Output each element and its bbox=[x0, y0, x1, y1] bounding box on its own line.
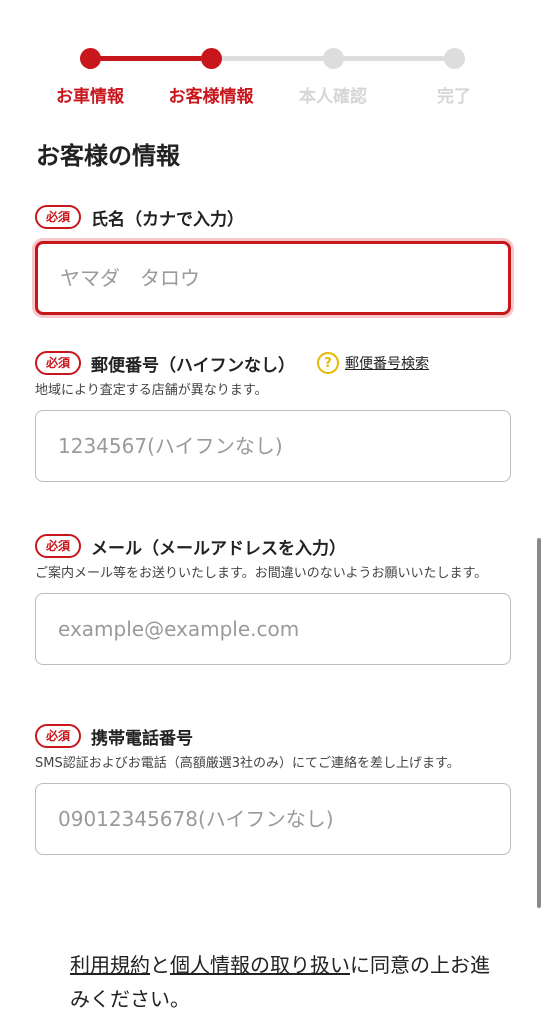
phone-field-group: 必須 携帯電話番号 SMS認証およびお電話（高額厳選3社のみ）にてご連絡を差し上… bbox=[35, 722, 511, 855]
email-label: メール（メールアドレスを入力） bbox=[91, 538, 347, 559]
required-badge: 必須 bbox=[35, 351, 82, 375]
phone-label: 携帯電話番号 bbox=[91, 728, 194, 749]
terms-link[interactable]: 利用規約 bbox=[70, 953, 150, 977]
step-dot-identity bbox=[323, 48, 344, 69]
required-badge: 必須 bbox=[35, 205, 82, 229]
phone-input[interactable] bbox=[35, 783, 511, 855]
name-input[interactable] bbox=[35, 241, 511, 315]
postal-note: 地域により査定する店舗が異なります。 bbox=[35, 383, 268, 398]
privacy-link[interactable]: 個人情報の取り扱い bbox=[170, 953, 350, 977]
section-title: お客様の情報 bbox=[36, 142, 180, 170]
scrollbar[interactable] bbox=[537, 538, 541, 908]
step-dot-complete bbox=[444, 48, 465, 69]
name-field-group: 必須 氏名（カナで入力） bbox=[35, 203, 511, 315]
email-note: ご案内メール等をお送りいたします。お間違いのないようお願いいたします。 bbox=[35, 566, 488, 581]
postal-search-link[interactable]: ? 郵便番号検索 bbox=[317, 352, 429, 374]
step-dot-car-info bbox=[80, 48, 101, 69]
email-input[interactable] bbox=[35, 593, 511, 665]
postal-input[interactable] bbox=[35, 410, 511, 482]
step-label-complete: 完了 bbox=[437, 87, 471, 107]
required-badge: 必須 bbox=[35, 724, 82, 748]
step-label-identity: 本人確認 bbox=[299, 87, 367, 107]
agreement-conjunction: と bbox=[150, 953, 170, 977]
progress-stepper: お車情報 お客様情報 本人確認 完了 bbox=[30, 40, 520, 110]
postal-field-group: 必須 郵便番号（ハイフンなし） ? 郵便番号検索 地域により査定する店舗が異なり… bbox=[35, 349, 511, 482]
required-badge: 必須 bbox=[35, 534, 82, 558]
email-field-group: 必須 メール（メールアドレスを入力） ご案内メール等をお送りいたします。お間違い… bbox=[35, 532, 511, 665]
question-icon: ? bbox=[317, 352, 340, 374]
stepper-line-done bbox=[90, 56, 211, 61]
step-dot-customer-info bbox=[201, 48, 222, 69]
step-label-customer-info: お客様情報 bbox=[168, 87, 254, 107]
postal-search-text: 郵便番号検索 bbox=[345, 356, 430, 372]
phone-note: SMS認証およびお電話（高額厳選3社のみ）にてご連絡を差し上げます。 bbox=[35, 756, 460, 771]
agreement-text: 利用規約と個人情報の取り扱いに同意の上お進みください。 bbox=[70, 948, 490, 1016]
postal-label: 郵便番号（ハイフンなし） bbox=[91, 355, 296, 376]
step-label-car-info: お車情報 bbox=[56, 87, 124, 107]
name-label: 氏名（カナで入力） bbox=[91, 209, 245, 230]
